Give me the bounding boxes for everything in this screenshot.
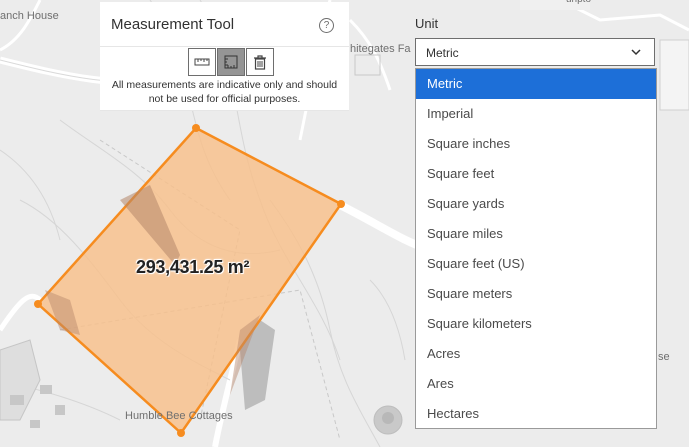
chevron-down-icon bbox=[631, 49, 641, 56]
question-circle-icon[interactable]: ? bbox=[319, 18, 334, 33]
unit-option-acres[interactable]: Acres bbox=[416, 339, 656, 369]
map-label-whitegates: hitegates Fa bbox=[350, 43, 411, 55]
clear-button[interactable] bbox=[246, 48, 274, 76]
distance-tool-button[interactable] bbox=[188, 48, 216, 76]
unit-option-square-yards[interactable]: Square yards bbox=[416, 189, 656, 219]
disclaimer-text: All measurements are indicative only and… bbox=[111, 79, 338, 105]
unit-select-value: Metric bbox=[426, 46, 459, 60]
panel-header: Measurement Tool ? bbox=[100, 2, 349, 47]
map-label-top-right: unpto bbox=[566, 0, 591, 5]
unit-option-square-miles[interactable]: Square miles bbox=[416, 219, 656, 249]
unit-option-hectares[interactable]: Hectares bbox=[416, 399, 656, 428]
area-tool-button[interactable] bbox=[217, 48, 245, 76]
vertex-handle bbox=[337, 200, 345, 208]
unit-option-square-kilometers[interactable]: Square kilometers bbox=[416, 309, 656, 339]
panel-title: Measurement Tool bbox=[111, 16, 235, 33]
unit-label: Unit bbox=[415, 16, 439, 31]
unit-option-square-inches[interactable]: Square inches bbox=[416, 129, 656, 159]
map-label-humble-bee-cottages: Humble Bee Cottages bbox=[125, 410, 233, 422]
map-label-ranch-house: anch House bbox=[0, 10, 59, 22]
unit-option-square-feet[interactable]: Square feet bbox=[416, 159, 656, 189]
unit-option-metric[interactable]: Metric bbox=[416, 69, 656, 99]
unit-option-square-feet-us[interactable]: Square feet (US) bbox=[416, 249, 656, 279]
measurement-tool-panel: Measurement Tool ? All measurements are … bbox=[100, 2, 349, 111]
unit-option-ares[interactable]: Ares bbox=[416, 369, 656, 399]
area-measurement-label: 293,431.25 m² bbox=[136, 257, 250, 277]
unit-select[interactable]: Metric bbox=[415, 38, 655, 66]
trash-icon bbox=[254, 54, 266, 70]
ruler-distance-icon bbox=[194, 58, 210, 66]
area-measure-icon bbox=[224, 55, 238, 69]
unit-dropdown-list: Metric Imperial Square inches Square feet Sq… bbox=[415, 68, 657, 429]
map-label-right-edge: se bbox=[658, 351, 670, 363]
vertex-handle bbox=[34, 300, 42, 308]
unit-option-square-meters[interactable]: Square meters bbox=[416, 279, 656, 309]
vertex-handle bbox=[177, 429, 185, 437]
measurement-toolbar bbox=[188, 48, 275, 76]
vertex-handle bbox=[192, 124, 200, 132]
unit-option-imperial[interactable]: Imperial bbox=[416, 99, 656, 129]
